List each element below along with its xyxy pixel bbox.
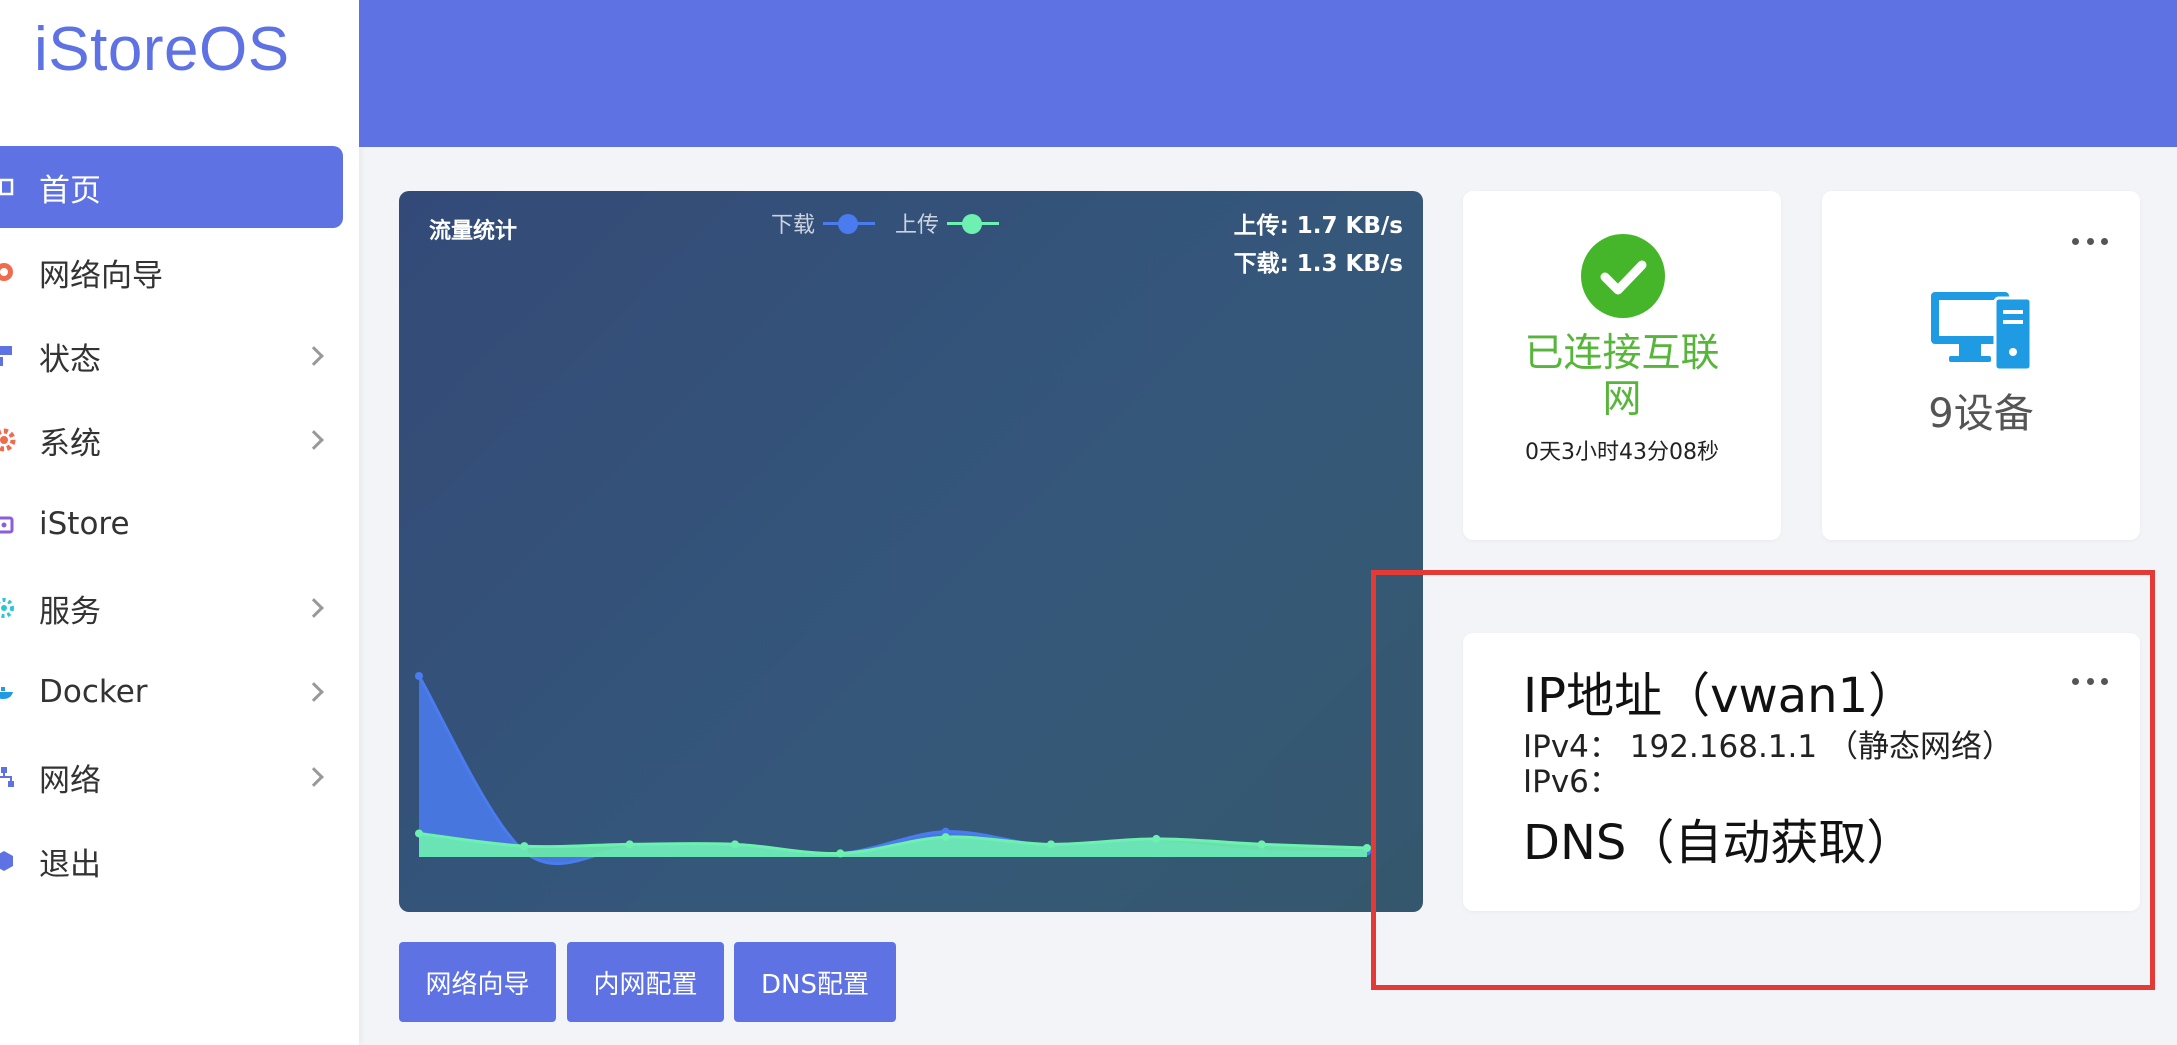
- legend-upload-swatch: [947, 211, 1000, 235]
- sidebar: iStoreOS 首页 网络向导 状态 系统 iStore 服务 Docker …: [0, 0, 359, 1045]
- data-point[interactable]: [941, 833, 950, 842]
- data-point[interactable]: [625, 840, 634, 849]
- check-icon: [1581, 234, 1665, 318]
- series-area-0: [419, 676, 1367, 864]
- sidebar-item-network-wizard[interactable]: 网络向导: [0, 231, 343, 313]
- services-icon: [0, 596, 16, 620]
- chevron-right-icon: [304, 767, 324, 787]
- sidebar-item-label: 状态: [39, 341, 101, 378]
- legend-upload[interactable]: 上传: [895, 207, 1000, 239]
- device-count: 9设备: [1928, 391, 2034, 437]
- connection-status: 已连接互联网: [1524, 331, 1720, 422]
- data-point[interactable]: [1047, 840, 1055, 849]
- chevron-right-icon: [304, 346, 324, 366]
- legend-download-label: 下载: [771, 213, 816, 238]
- network-wizard-icon: [0, 260, 16, 284]
- sidebar-item-system[interactable]: 系统: [0, 399, 343, 481]
- data-point[interactable]: [520, 842, 529, 851]
- more-icon[interactable]: [2072, 237, 2108, 245]
- store-icon: [0, 512, 16, 536]
- legend-upload-label: 上传: [895, 213, 940, 238]
- sidebar-item-label: 退出: [39, 846, 101, 883]
- logo[interactable]: iStoreOS: [34, 14, 290, 85]
- status-icon: [0, 344, 16, 368]
- rate-readout: 上传: 1.7 KB/s 下载: 1.3 KB/s: [1234, 207, 1403, 283]
- series-line-0: [417, 675, 1368, 866]
- sidebar-item-home[interactable]: 首页: [0, 146, 343, 228]
- sidebar-item-label: 网络: [39, 762, 101, 799]
- sidebar-item-label: 服务: [39, 593, 101, 630]
- ip-title: IP地址（vwan1）: [1523, 668, 1917, 724]
- chevron-right-icon: [304, 430, 324, 450]
- data-point[interactable]: [731, 840, 739, 849]
- data-point[interactable]: [415, 829, 423, 838]
- traffic-chart-card: 流量统计 下载 上传 上传: 1.7 KB/s 下载: 1.3 KB/s: [399, 191, 1423, 912]
- header-band: [359, 0, 2177, 147]
- sidebar-item-logout[interactable]: 退出: [0, 820, 343, 902]
- home-icon: [0, 175, 16, 199]
- sidebar-item-network[interactable]: 网络: [0, 736, 343, 818]
- docker-icon: [0, 680, 16, 704]
- sidebar-item-label: 网络向导: [39, 257, 163, 294]
- chevron-right-icon: [304, 682, 324, 702]
- uptime: 0天3小时43分08秒: [1525, 440, 1719, 465]
- data-point[interactable]: [1257, 840, 1266, 849]
- ip-address-card[interactable]: IP地址（vwan1） IPv4： 192.168.1.1 （静态网络） IPv…: [1463, 633, 2140, 911]
- sidebar-item-label: 首页: [39, 172, 101, 209]
- download-rate: 下载: 1.3 KB/s: [1233, 251, 1403, 277]
- legend-download[interactable]: 下载: [771, 207, 876, 239]
- more-icon[interactable]: [2072, 677, 2108, 685]
- network-icon: [0, 765, 16, 789]
- sidebar-item-label: iStore: [39, 506, 130, 542]
- dns-config-button[interactable]: DNS配置: [734, 942, 896, 1022]
- sidebar-item-istore[interactable]: iStore: [0, 483, 343, 565]
- traffic-chart: [415, 672, 1371, 866]
- chart-legend: 下载 上传: [771, 207, 1000, 239]
- legend-download-swatch: [823, 211, 876, 235]
- data-point[interactable]: [1363, 843, 1371, 852]
- sidebar-item-label: 系统: [39, 425, 101, 462]
- gear-icon: [0, 428, 16, 452]
- data-point[interactable]: [1152, 834, 1161, 843]
- network-wizard-button[interactable]: 网络向导: [399, 942, 556, 1022]
- upload-rate: 上传: 1.7 KB/s: [1233, 213, 1403, 239]
- logout-icon: [0, 849, 16, 873]
- sidebar-item-status[interactable]: 状态: [0, 315, 343, 397]
- lan-config-button[interactable]: 内网配置: [567, 942, 724, 1022]
- data-point[interactable]: [415, 672, 423, 680]
- internet-status-card[interactable]: 已连接互联网 0天3小时43分08秒: [1463, 191, 1781, 540]
- chevron-right-icon: [304, 598, 324, 618]
- ipv6-value: IPv6：: [1523, 764, 1620, 800]
- sidebar-item-label: Docker: [39, 674, 148, 710]
- chart-title: 流量统计: [429, 219, 518, 244]
- dns-title: DNS（自动获取）: [1523, 815, 1915, 871]
- computer-icon: [1929, 288, 2033, 378]
- sidebar-item-services[interactable]: 服务: [0, 567, 343, 649]
- data-point[interactable]: [836, 849, 845, 858]
- sidebar-item-docker[interactable]: Docker: [0, 651, 343, 733]
- devices-card[interactable]: 9设备: [1822, 191, 2140, 540]
